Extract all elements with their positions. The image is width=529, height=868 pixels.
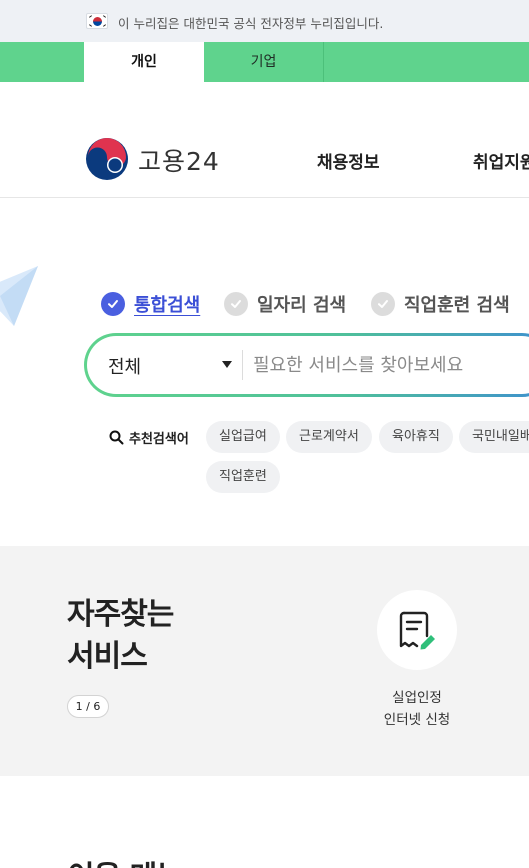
service-label[interactable]: 실업인정 인터넷 신청 (357, 687, 477, 731)
check-icon (371, 292, 395, 316)
site-header: 고용24 채용정보 취업지원 (0, 82, 529, 198)
keyword-chip[interactable]: 직업훈련 (206, 461, 280, 493)
recommended-label: 추천검색어 (109, 428, 189, 447)
taeguk-logo-icon[interactable] (85, 137, 129, 181)
divider (242, 350, 243, 380)
section-title-line1: 자주찾는 (67, 597, 174, 632)
service-item-unemployment-certification[interactable] (377, 590, 457, 670)
gov-banner: 이 누리집은 대한민국 공식 전자정부 누리집입니다. (0, 0, 529, 42)
gov-banner-text[interactable]: 이 누리집은 대한민국 공식 전자정부 누리집입니다. (118, 13, 383, 32)
korea-flag-icon (86, 13, 108, 29)
frequent-services-section: 자주찾는 서비스 1 / 6 실업인정 인터넷 신청 (0, 546, 529, 776)
keyword-chip[interactable]: 육아휴직 (379, 421, 453, 453)
document-edit-icon (399, 611, 435, 650)
scope-label: 직업훈련 검색 (404, 295, 510, 316)
keyword-chip[interactable]: 실업급여 (206, 421, 280, 453)
category-select[interactable]: 전체 (108, 353, 141, 379)
pager-indicator: 1 / 6 (67, 695, 109, 718)
search-box-inner: 전체 (87, 336, 529, 394)
search-input[interactable] (253, 345, 529, 385)
page: 이 누리집은 대한민국 공식 전자정부 누리집입니다. 개인 기업 고용24 채… (0, 0, 529, 868)
service-label-line2: 인터넷 신청 (383, 712, 451, 728)
next-section-title: 이용 메뉴 (67, 852, 184, 868)
scope-label: 통합검색 (134, 295, 201, 316)
section-title-line2: 서비스 (67, 639, 148, 674)
scope-integrated-search[interactable]: 통합검색 (101, 289, 200, 319)
search-scope-group: 통합검색 일자리 검색 직업훈련 검색 (0, 289, 529, 319)
keyword-chip[interactable]: 국민내일배움카드 (459, 421, 529, 453)
tab-business[interactable]: 기업 (204, 42, 324, 82)
caret-down-icon[interactable] (222, 361, 232, 368)
search-icon (109, 430, 124, 445)
user-type-tabs: 개인 기업 (0, 42, 529, 82)
section-title: 자주찾는 서비스 (67, 594, 174, 678)
scope-job-search[interactable]: 일자리 검색 (224, 289, 346, 319)
search-box: 전체 (84, 333, 529, 397)
check-icon (224, 292, 248, 316)
service-label-line1: 실업인정 (392, 690, 442, 706)
check-icon (101, 292, 125, 316)
logo-text[interactable]: 고용24 (138, 142, 220, 178)
nav-item-employment-support[interactable]: 취업지원 (473, 148, 529, 173)
tab-personal[interactable]: 개인 (84, 42, 204, 82)
scope-label: 일자리 검색 (257, 295, 347, 316)
recommended-label-text: 추천검색어 (129, 432, 189, 447)
scope-training-search[interactable]: 직업훈련 검색 (371, 289, 510, 319)
keyword-chip[interactable]: 근로계약서 (286, 421, 372, 453)
nav-item-jobs[interactable]: 채용정보 (317, 148, 380, 173)
